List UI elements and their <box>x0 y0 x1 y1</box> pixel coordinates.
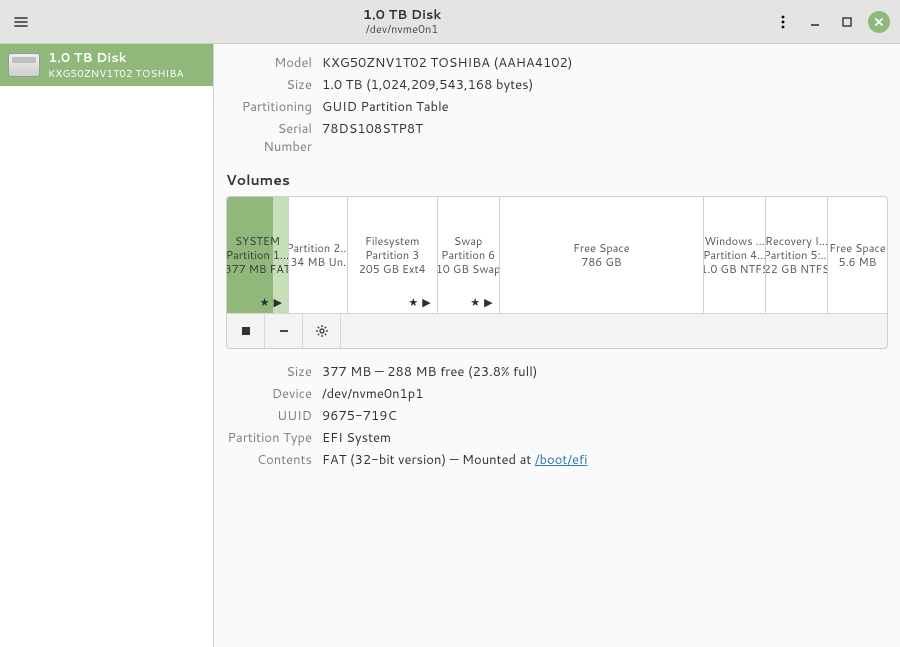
label-sel-contents: Contents <box>226 451 322 469</box>
label-partitioning: Partitioning <box>226 98 322 116</box>
partition-label-line: 786 GB <box>573 255 630 269</box>
partition-block[interactable]: Recovery I…Partition 5:…22 GB NTFS <box>766 197 828 313</box>
app-menu-button[interactable] <box>6 7 36 37</box>
value-sel-ptype: EFI System <box>322 429 391 447</box>
window-maximize-button[interactable] <box>832 7 862 37</box>
star-icon: ★ <box>408 295 418 309</box>
value-sel-contents: FAT (32-bit version) — Mounted at /boot/… <box>322 451 587 469</box>
close-icon <box>868 11 890 33</box>
partition-label-line: Swap <box>438 234 500 248</box>
minimize-icon <box>807 14 823 30</box>
partition-label-line: Recovery I… <box>766 234 828 248</box>
hamburger-icon <box>13 14 29 30</box>
partition-label-line: Free Space <box>829 241 886 255</box>
partition-label-line: Partition 4… <box>704 248 766 262</box>
contents-text: FAT (32-bit version) — Mounted at <box>322 451 535 469</box>
value-sel-uuid: 9675-719C <box>322 407 397 425</box>
partition-label-line: 1.0 GB NTFS <box>704 262 766 276</box>
play-icon: ▶ <box>422 295 430 309</box>
partition-label-line: Partition 5:… <box>766 248 828 262</box>
partition-label-line: 10 GB Swap <box>438 262 500 276</box>
minus-icon <box>277 324 291 338</box>
maximize-icon <box>839 14 855 30</box>
partition-label-line: SYSTEM <box>227 234 289 248</box>
partition-options-button[interactable] <box>303 314 341 348</box>
value-serial: 78DS108STP8T <box>322 120 423 156</box>
volumes-container: SYSTEMPartition 1…377 MB FAT★▶Partition … <box>226 196 888 349</box>
value-sel-device: /dev/nvme0n1p1 <box>322 385 424 403</box>
label-sel-device: Device <box>226 385 322 403</box>
volumes-heading: Volumes <box>226 170 888 190</box>
partition-label-line: Partition 1… <box>227 248 289 262</box>
partition-label-line: Windows … <box>704 234 766 248</box>
label-serial: Serial Number <box>226 120 322 156</box>
mount-point-link[interactable]: /boot/efi <box>535 451 588 469</box>
sidebar-disk-row[interactable]: 1.0 TB Disk KXG50ZNV1T02 TOSHIBA <box>0 44 213 86</box>
gear-icon <box>315 324 329 338</box>
partition-block[interactable]: SYSTEMPartition 1…377 MB FAT ★▶ <box>227 197 289 313</box>
partition-details: Size 377 MB — 288 MB free (23.8% full) D… <box>226 363 888 469</box>
partition-toolbar <box>227 313 887 348</box>
delete-partition-button[interactable] <box>265 314 303 348</box>
drive-options-button[interactable] <box>768 7 798 37</box>
value-size: 1.0 TB (1,024,209,543,168 bytes) <box>322 76 533 94</box>
label-sel-ptype: Partition Type <box>226 429 322 447</box>
label-model: Model <box>226 54 322 72</box>
partition-label-line: Partition 3 <box>359 248 426 262</box>
partition-block[interactable]: Partition 2…134 MB Un… <box>289 197 348 313</box>
value-sel-size: 377 MB — 288 MB free (23.8% full) <box>322 363 538 381</box>
hard-disk-icon <box>8 53 40 77</box>
disk-sidebar: 1.0 TB Disk KXG50ZNV1T02 TOSHIBA <box>0 44 214 647</box>
partition-block[interactable]: Free Space786 GB <box>500 197 705 313</box>
partition-label-line: 5.6 MB <box>829 255 886 269</box>
header-bar: 1.0 TB Disk /dev/nvme0n1 <box>0 0 900 44</box>
sidebar-disk-subtitle: KXG50ZNV1T02 TOSHIBA <box>48 67 184 81</box>
label-sel-uuid: UUID <box>226 407 322 425</box>
partition-label-line: 377 MB FAT <box>227 262 289 276</box>
window-subtitle: /dev/nvme0n1 <box>36 23 768 36</box>
value-model: KXG50ZNV1T02 TOSHIBA (AAHA4102) <box>322 54 572 72</box>
label-sel-size: Size <box>226 363 322 381</box>
stop-icon <box>239 324 253 338</box>
partition-block[interactable]: SwapPartition 610 GB Swap ★ ▶ <box>438 197 500 313</box>
partition-label-line: Free Space <box>573 241 630 255</box>
main-panel: Model KXG50ZNV1T02 TOSHIBA (AAHA4102) Si… <box>214 44 900 647</box>
partition-label-line: Partition 6 <box>438 248 500 262</box>
window-minimize-button[interactable] <box>800 7 830 37</box>
play-icon: ▶ <box>484 295 492 309</box>
star-icon: ★ <box>470 295 480 309</box>
kebab-icon <box>775 14 791 30</box>
partition-strip: SYSTEMPartition 1…377 MB FAT★▶Partition … <box>227 197 887 313</box>
label-size: Size <box>226 76 322 94</box>
play-icon: ▶ <box>273 295 281 309</box>
partition-label-line: Filesystem <box>359 234 426 248</box>
partition-label-line: 205 GB Ext4 <box>359 262 426 276</box>
partition-label-line: 22 GB NTFS <box>766 262 828 276</box>
value-partitioning: GUID Partition Table <box>322 98 449 116</box>
unmount-button[interactable] <box>227 314 265 348</box>
partition-block[interactable]: Windows …Partition 4…1.0 GB NTFS <box>704 197 766 313</box>
partition-label-line: 134 MB Un… <box>289 255 348 269</box>
partition-block[interactable]: Free Space5.6 MB <box>828 197 887 313</box>
partition-label-line: Partition 2… <box>289 241 348 255</box>
partition-block[interactable]: FilesystemPartition 3205 GB Ext4 ★ ▶ <box>348 197 438 313</box>
sidebar-disk-title: 1.0 TB Disk <box>48 49 184 67</box>
star-icon: ★ <box>260 295 270 309</box>
window-close-button[interactable] <box>864 7 894 37</box>
